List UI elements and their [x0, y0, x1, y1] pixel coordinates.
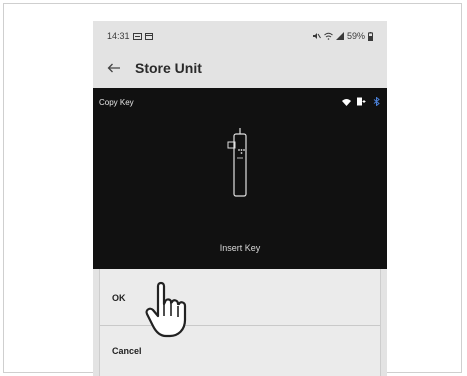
back-button[interactable] [103, 57, 125, 79]
signal-icon [335, 32, 344, 40]
cancel-button[interactable]: Cancel [100, 325, 380, 375]
wifi-icon [342, 98, 351, 106]
status-time: 14:31 [107, 31, 130, 41]
notification-icon [132, 32, 142, 40]
key-device-icon [227, 128, 247, 197]
phone-screen: 14:31 59% Store Unit Copy Key Insert Key… [93, 21, 387, 376]
battery-status-icon [368, 31, 373, 41]
cancel-label: Cancel [112, 345, 142, 356]
copy-key-panel: Copy Key Insert Key [93, 88, 387, 269]
back-arrow-icon [107, 63, 120, 73]
insert-key-prompt: Insert Key [219, 243, 261, 253]
wifi-status-icon [324, 32, 333, 40]
bluetooth-icon [373, 97, 380, 106]
ok-button[interactable]: OK [100, 273, 380, 323]
confirm-dialog: OK Cancel [99, 269, 381, 376]
battery-icon [357, 97, 366, 106]
app-bar: Store Unit [93, 49, 387, 87]
battery-percent: 59% [346, 31, 365, 41]
mute-icon [312, 33, 321, 39]
panel-header: Copy Key [99, 98, 134, 107]
status-right: 59% [312, 31, 373, 41]
hand-pointer-icon [145, 281, 187, 338]
ok-label: OK [112, 293, 126, 303]
panel-status-icons [342, 97, 381, 106]
calendar-icon [144, 32, 153, 40]
status-bar: 14:31 59% [93, 21, 387, 47]
page-title: Store Unit [135, 60, 202, 76]
status-left: 14:31 [107, 31, 153, 41]
